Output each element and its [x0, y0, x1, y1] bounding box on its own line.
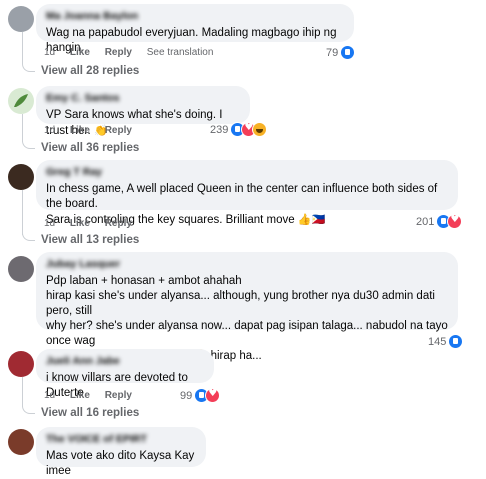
see-translation-button[interactable]: See translation: [147, 47, 214, 58]
like-icon: [340, 45, 356, 60]
view-replies-label: View all 28 replies: [41, 65, 140, 77]
comment-author[interactable]: Ma Joanna Baylon: [46, 10, 344, 23]
comment-author[interactable]: Emy C. Santos: [46, 92, 240, 105]
thread-line: [22, 190, 23, 235]
reply-curve: [22, 231, 35, 241]
reply-curve: [22, 139, 35, 149]
reply-curve: [22, 62, 35, 72]
comment-bubble: The VOICE of EPIRT Mas vote ako dito Kay…: [36, 427, 206, 477]
reaction-summary[interactable]: 201: [416, 214, 463, 229]
avatar-leaf-icon: [14, 94, 28, 107]
comment-time[interactable]: 1d: [44, 125, 55, 136]
view-replies-link[interactable]: View all 16 replies: [22, 404, 140, 419]
comment-time[interactable]: 1d: [44, 218, 55, 229]
view-replies-label: View all 16 replies: [41, 407, 140, 419]
comment-text-line: hirap kasi she's under alyansa... althou…: [46, 290, 435, 317]
thread-line: [22, 32, 23, 62]
avatar[interactable]: [8, 429, 34, 455]
comment-bubble: Greg T Ray In chess game, A well placed …: [36, 160, 458, 226]
view-replies-link[interactable]: View all 28 replies: [22, 62, 140, 77]
comment-text-line: In chess game, A well placed Queen in th…: [46, 183, 438, 210]
comment-bubble: Ma Joanna Baylon Wag na papabudol everyj…: [36, 4, 354, 54]
view-replies-link[interactable]: View all 36 replies: [22, 139, 140, 154]
view-replies-label: View all 13 replies: [41, 234, 140, 246]
comment-author[interactable]: Greg T Ray: [46, 166, 448, 179]
avatar[interactable]: [8, 164, 34, 190]
comment-actions: 1d Like Reply: [44, 218, 144, 229]
haha-icon: [252, 122, 268, 137]
reaction-count: 79: [326, 46, 339, 59]
comment-author[interactable]: The VOICE of EPIRT: [46, 433, 196, 446]
like-button[interactable]: Like: [70, 390, 90, 401]
thread-line: [22, 114, 23, 142]
reaction-summary[interactable]: 239: [210, 122, 268, 137]
comment-bubble: Jueli Ann Jabe i know villars are devote…: [36, 349, 214, 399]
comment-text-line: Pdp laban + honasan + ambot ahahah: [46, 275, 242, 287]
reaction-count: 145: [428, 335, 447, 348]
reply-curve: [22, 404, 35, 414]
comment-actions: 1d Like Reply: [44, 390, 144, 401]
reply-button[interactable]: Reply: [105, 125, 132, 136]
reaction-count: 201: [416, 215, 435, 228]
comment-text-line: why her? she's under alyansa now... dapa…: [46, 320, 448, 347]
comment-time[interactable]: 1d: [44, 47, 55, 58]
avatar[interactable]: [8, 256, 34, 282]
reply-button[interactable]: Reply: [105, 218, 132, 229]
heart-icon: [205, 388, 221, 403]
thumbs-flag-emoji: 👍🇵🇭: [297, 213, 326, 226]
comment-author[interactable]: Jubay Lasquer: [46, 258, 448, 271]
reaction-summary[interactable]: 79: [326, 45, 356, 60]
reaction-summary[interactable]: 99: [180, 388, 221, 403]
like-button[interactable]: Like: [70, 125, 90, 136]
like-icon: [448, 334, 464, 349]
reaction-count: 239: [210, 123, 229, 136]
comment-actions: 1d Like Reply See translation: [44, 47, 225, 58]
like-button[interactable]: Like: [70, 218, 90, 229]
like-button[interactable]: Like: [70, 47, 90, 58]
reply-button[interactable]: Reply: [105, 47, 132, 58]
comment-author[interactable]: Jueli Ann Jabe: [46, 355, 204, 368]
view-replies-link[interactable]: View all 13 replies: [22, 231, 140, 246]
avatar[interactable]: [8, 88, 34, 114]
avatar[interactable]: [8, 6, 34, 32]
heart-icon: [447, 214, 463, 229]
comment-bubble: Jubay Lasquer Pdp laban + honasan + ambo…: [36, 252, 458, 362]
comment-actions: 1d Like Reply: [44, 125, 144, 136]
reply-button[interactable]: Reply: [105, 390, 132, 401]
comment-text: Mas vote ako dito Kaysa Kay imee: [46, 450, 195, 477]
comment-bubble: Emy C. Santos VP Sara knows what she's d…: [36, 86, 250, 137]
thread-line: [22, 377, 23, 407]
reaction-count: 99: [180, 389, 193, 402]
view-replies-label: View all 36 replies: [41, 142, 140, 154]
avatar[interactable]: [8, 351, 34, 377]
reaction-summary[interactable]: 145: [428, 334, 464, 349]
comment-time[interactable]: 1d: [44, 390, 55, 401]
